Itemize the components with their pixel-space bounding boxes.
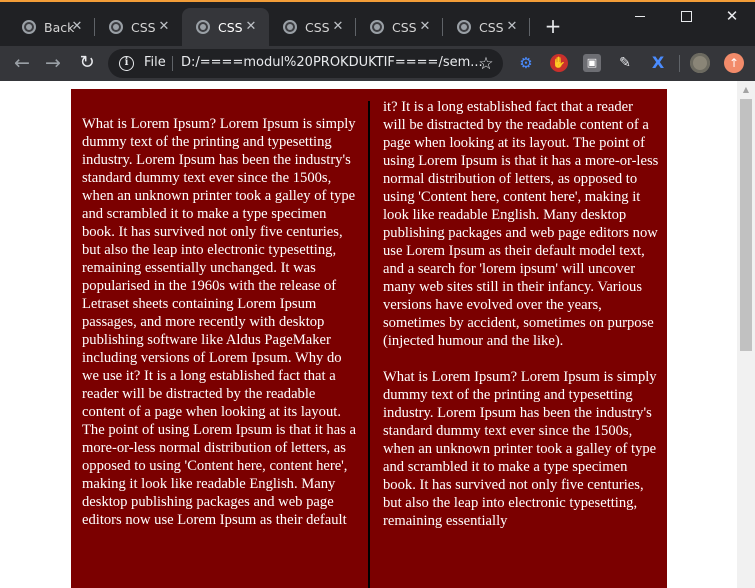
tab-css-5[interactable]: CSS ✕ (443, 8, 530, 46)
tab-css-4[interactable]: CSS ✕ (356, 8, 443, 46)
close-tab-icon[interactable]: ✕ (330, 19, 346, 35)
page-viewport: What is Lorem Ipsum? Lorem Ipsum is simp… (0, 81, 737, 588)
article-box: What is Lorem Ipsum? Lorem Ipsum is simp… (71, 89, 667, 588)
maximize-icon (680, 11, 692, 22)
toolbar-divider (679, 55, 680, 72)
close-tab-icon[interactable]: ✕ (504, 19, 520, 35)
title-bar: Back ✕ CSS ✕ CSS ✕ CSS ✕ CSS ✕ CSS ✕ + ✕ (0, 0, 755, 46)
paragraph: it? It is a long established fact that a… (383, 99, 659, 349)
close-tab-icon[interactable]: ✕ (69, 19, 85, 35)
tab-back[interactable]: Back ✕ (8, 8, 95, 46)
address-bar[interactable]: i File D:/====modul%20PROKDUKTIF====/sem… (108, 49, 503, 78)
url-scheme: File (144, 55, 166, 70)
forward-arrow-icon[interactable]: → (42, 52, 64, 74)
close-tab-icon[interactable]: ✕ (243, 19, 259, 35)
browser-toolbar: ← → ↻ i File D:/====modul%20PROKDUKTIF==… (0, 46, 755, 81)
globe-icon (457, 20, 471, 34)
close-window-button[interactable]: ✕ (709, 6, 755, 26)
update-icon[interactable]: ↑ (724, 53, 744, 73)
minimize-icon (635, 16, 645, 17)
left-column: What is Lorem Ipsum? Lorem Ipsum is simp… (82, 115, 358, 547)
maximize-button[interactable] (663, 6, 709, 26)
right-column: it? It is a long established fact that a… (383, 98, 659, 548)
globe-icon (22, 20, 36, 34)
info-icon[interactable]: i (119, 56, 134, 71)
back-arrow-icon[interactable]: ← (11, 52, 33, 74)
extension-puzzle-icon[interactable]: ⚙ (517, 54, 535, 72)
bookmark-star-icon[interactable]: ☆ (476, 54, 496, 74)
avatar[interactable] (690, 53, 710, 73)
extension-shield-icon[interactable]: ✋ (550, 54, 568, 72)
paragraph: What is Lorem Ipsum? Lorem Ipsum is simp… (82, 116, 356, 528)
vertical-scrollbar[interactable]: ▲ (737, 81, 755, 588)
close-tab-icon[interactable]: ✕ (156, 19, 172, 35)
tab-css-active[interactable]: CSS ✕ (182, 8, 269, 46)
tab-css-3[interactable]: CSS ✕ (269, 8, 356, 46)
minimize-button[interactable] (617, 6, 663, 26)
close-tab-icon[interactable]: ✕ (417, 19, 433, 35)
globe-icon (109, 20, 123, 34)
reload-icon[interactable]: ↻ (76, 52, 98, 74)
tab-css-1[interactable]: CSS ✕ (95, 8, 182, 46)
globe-icon (283, 20, 297, 34)
extension-pen-icon[interactable]: ✎ (616, 54, 634, 72)
paragraph: What is Lorem Ipsum? Lorem Ipsum is simp… (383, 369, 657, 529)
extension-x-icon[interactable]: X (649, 54, 667, 72)
extension-box-icon[interactable]: ▣ (583, 54, 601, 72)
new-tab-icon[interactable]: + (543, 16, 563, 36)
globe-icon (196, 20, 210, 34)
address-divider (172, 56, 173, 71)
scroll-up-arrow-icon[interactable]: ▲ (737, 83, 755, 97)
tab-strip: Back ✕ CSS ✕ CSS ✕ CSS ✕ CSS ✕ CSS ✕ (8, 8, 530, 46)
scrollbar-thumb[interactable] (740, 99, 752, 351)
column-rule (368, 101, 370, 588)
globe-icon (370, 20, 384, 34)
url-text[interactable]: D:/====modul%20PROKDUKTIF====/sem... (181, 55, 483, 70)
